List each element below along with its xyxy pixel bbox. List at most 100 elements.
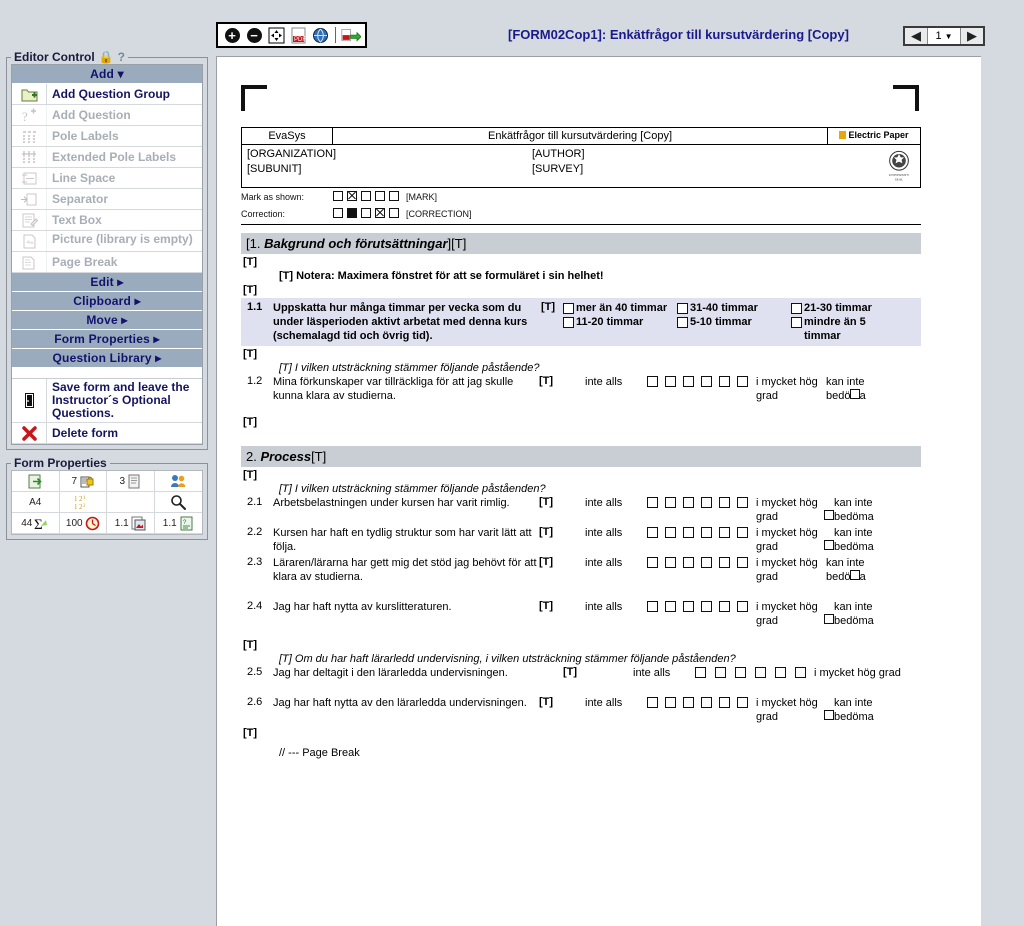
scale-checkbox[interactable]	[683, 557, 694, 568]
section-instruction[interactable]: [T] I vilken utsträckning stämmer följan…	[241, 483, 921, 495]
page-navigator[interactable]: ◀ 1 ▼ ▶	[903, 26, 985, 46]
zoom-out-icon[interactable]: −	[244, 25, 264, 45]
question-row-2-6[interactable]: 2.6 Jag har haft nytta av den lärarledda…	[241, 695, 921, 725]
option-checkbox[interactable]	[677, 317, 688, 328]
scale-checkbox[interactable]	[737, 697, 748, 708]
scale-checkbox[interactable]	[665, 527, 676, 538]
fp-cell-numbering[interactable]: 121122	[59, 492, 107, 513]
next-page-button[interactable]: ▶	[961, 28, 983, 44]
menu-bar-question-library[interactable]: Question Library ▸	[12, 349, 202, 368]
document-preview-area[interactable]: EvaSys Enkätfrågor till kursutvärdering …	[216, 56, 981, 926]
question-row-1-1[interactable]: 1.1 Uppskatta hur många timmar per vecka…	[241, 298, 921, 346]
question-t-marker[interactable]: [T]	[539, 526, 585, 538]
scale-checkbox[interactable]	[719, 601, 730, 612]
option-1[interactable]: mer än 40 timmar	[563, 301, 675, 315]
scale-checkbox[interactable]	[683, 376, 694, 387]
section-instruction-2[interactable]: [T] Om du har haft lärarledd undervisnin…	[241, 653, 921, 665]
option-checkbox[interactable]	[563, 317, 574, 328]
fp-cell-preview[interactable]	[154, 492, 202, 513]
scale-checkbox[interactable]	[701, 527, 712, 538]
scale-checkbox[interactable]	[701, 497, 712, 508]
scale-checkbox[interactable]	[737, 601, 748, 612]
fp-cell-export[interactable]	[12, 471, 60, 492]
question-row-1-2[interactable]: 1.2 Mina förkunskaper var tillräckliga f…	[241, 374, 921, 404]
na-checkbox[interactable]	[824, 540, 834, 550]
fp-cell-questions[interactable]: 7	[59, 471, 107, 492]
question-t-marker[interactable]: [T]	[539, 696, 585, 708]
scale-checkbox[interactable]	[719, 697, 730, 708]
menu-bar-move[interactable]: Move ▸	[12, 311, 202, 330]
t-marker[interactable]: [T]	[241, 725, 921, 741]
scale-na-option[interactable]: kan inte bedöma	[824, 496, 890, 524]
scale-checkbox[interactable]	[665, 697, 676, 708]
na-checkbox[interactable]	[850, 389, 860, 399]
scale-checkbox[interactable]	[665, 601, 676, 612]
fp-cell-doc-version[interactable]: 1.1 ?	[154, 513, 202, 534]
scale-checkbox[interactable]	[683, 497, 694, 508]
prev-page-button[interactable]: ◀	[905, 28, 927, 44]
question-row-2-5[interactable]: 2.5 Jag har deltagit i den lärarledda un…	[241, 665, 921, 681]
t-marker[interactable]: [T]	[241, 282, 921, 298]
scale-checkbox[interactable]	[647, 527, 658, 538]
na-checkbox[interactable]	[824, 710, 834, 720]
scale-checkbox[interactable]	[683, 697, 694, 708]
question-t-marker[interactable]: [T]	[539, 600, 585, 612]
pdf-preview-icon[interactable]	[310, 25, 330, 45]
fit-page-icon[interactable]	[266, 25, 286, 45]
scale-checkbox[interactable]	[755, 667, 766, 678]
scale-checkbox[interactable]	[795, 667, 806, 678]
menu-bar-edit[interactable]: Edit ▸	[12, 273, 202, 292]
question-row-2-3[interactable]: 2.3 Läraren/lärarna har gett mig det stö…	[241, 555, 921, 585]
zoom-in-icon[interactable]: +	[222, 25, 242, 45]
na-checkbox[interactable]	[850, 570, 860, 580]
scale-checkbox[interactable]	[737, 376, 748, 387]
scale-checkbox[interactable]	[719, 376, 730, 387]
option-6[interactable]: mindre än 5 timmar	[791, 315, 903, 343]
option-checkbox[interactable]	[563, 303, 574, 314]
action-delete-form[interactable]: Delete form	[12, 423, 202, 444]
scale-checkbox[interactable]	[715, 667, 726, 678]
option-checkbox[interactable]	[791, 303, 802, 314]
scale-checkbox[interactable]	[719, 497, 730, 508]
fp-cell-total[interactable]: 44 Σ	[12, 513, 60, 534]
t-marker[interactable]: [T]	[241, 467, 921, 483]
na-checkbox[interactable]	[824, 510, 834, 520]
question-t-marker[interactable]: [T]	[539, 375, 585, 387]
page-break-marker[interactable]: // --- Page Break	[241, 741, 921, 759]
scale-na-option[interactable]: kan inte bedöma	[824, 600, 890, 628]
option-2[interactable]: 31-40 timmar	[677, 301, 789, 315]
scale-checkbox[interactable]	[735, 667, 746, 678]
action-save-and-leave[interactable]: Save form and leave the Instructor´s Opt…	[12, 379, 202, 423]
question-t-marker[interactable]: [T]	[563, 666, 633, 678]
option-checkbox[interactable]	[677, 303, 688, 314]
scale-na-option[interactable]: kan inte bedöma	[824, 526, 890, 554]
scale-checkbox[interactable]	[665, 376, 676, 387]
fp-cell-paper-size[interactable]: A4	[12, 492, 60, 513]
scale-checkbox[interactable]	[683, 601, 694, 612]
menu-item-add-question-group[interactable]: Add Question Group	[12, 84, 202, 105]
scale-checkbox[interactable]	[737, 497, 748, 508]
section-instruction[interactable]: [T] I vilken utsträckning stämmer följan…	[241, 362, 921, 374]
scale-checkbox[interactable]	[647, 601, 658, 612]
na-checkbox[interactable]	[824, 614, 834, 624]
scale-checkbox[interactable]	[665, 497, 676, 508]
scale-na-option[interactable]: kan inte bedöma	[824, 696, 890, 724]
scale-checkbox[interactable]	[695, 667, 706, 678]
question-t-marker[interactable]: [T]	[539, 556, 585, 568]
option-5[interactable]: 5-10 timmar	[677, 315, 789, 343]
option-checkbox[interactable]	[791, 317, 802, 328]
scale-checkbox[interactable]	[647, 497, 658, 508]
option-3[interactable]: 21-30 timmar	[791, 301, 903, 315]
scale-checkbox[interactable]	[683, 527, 694, 538]
pdf-icon[interactable]: PDF	[288, 25, 308, 45]
scale-checkbox[interactable]	[701, 601, 712, 612]
option-4[interactable]: 11-20 timmar	[563, 315, 675, 343]
t-marker[interactable]: [T]	[241, 404, 921, 430]
scale-checkbox[interactable]	[775, 667, 786, 678]
t-marker[interactable]: [T]	[241, 254, 921, 270]
help-icon[interactable]: ?	[118, 50, 125, 64]
fp-cell-pages[interactable]: 3	[107, 471, 155, 492]
scale-checkbox[interactable]	[647, 557, 658, 568]
question-row-2-2[interactable]: 2.2 Kursen har haft en tydlig struktur s…	[241, 525, 921, 555]
scale-checkbox[interactable]	[719, 527, 730, 538]
